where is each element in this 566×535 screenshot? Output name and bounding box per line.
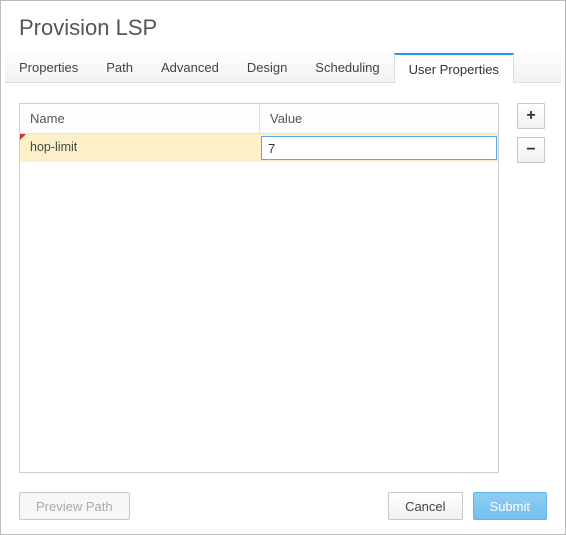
tab-user-properties[interactable]: User Properties [394,53,514,83]
properties-table: Name Value hop-limit [19,103,499,473]
cell-name[interactable]: hop-limit [20,134,260,162]
add-row-button[interactable]: + [517,103,545,129]
plus-icon: + [526,107,535,125]
column-header-name[interactable]: Name [20,104,260,133]
content-area: Name Value hop-limit + − [1,83,565,471]
preview-path-button[interactable]: Preview Path [19,492,130,520]
footer-right-buttons: Cancel Submit [388,492,547,520]
tab-design[interactable]: Design [233,53,301,82]
dialog-footer: Preview Path Cancel Submit [1,478,565,534]
provision-lsp-dialog: Provision LSP Properties Path Advanced D… [0,0,566,535]
cancel-button[interactable]: Cancel [388,492,462,520]
tab-scheduling[interactable]: Scheduling [301,53,393,82]
value-input[interactable] [261,136,497,160]
tab-bar: Properties Path Advanced Design Scheduli… [5,53,561,83]
tab-advanced[interactable]: Advanced [147,53,233,82]
tab-properties[interactable]: Properties [5,53,92,82]
submit-button[interactable]: Submit [473,492,547,520]
dirty-indicator-icon [20,134,26,140]
column-header-value[interactable]: Value [260,104,498,133]
remove-row-button[interactable]: − [517,137,545,163]
table-header-row: Name Value [20,104,498,134]
table-row[interactable]: hop-limit [20,134,498,162]
tab-path[interactable]: Path [92,53,147,82]
minus-icon: − [526,141,535,159]
dialog-title: Provision LSP [1,1,565,53]
row-action-buttons: + − [517,103,547,163]
cell-value[interactable] [260,134,498,162]
